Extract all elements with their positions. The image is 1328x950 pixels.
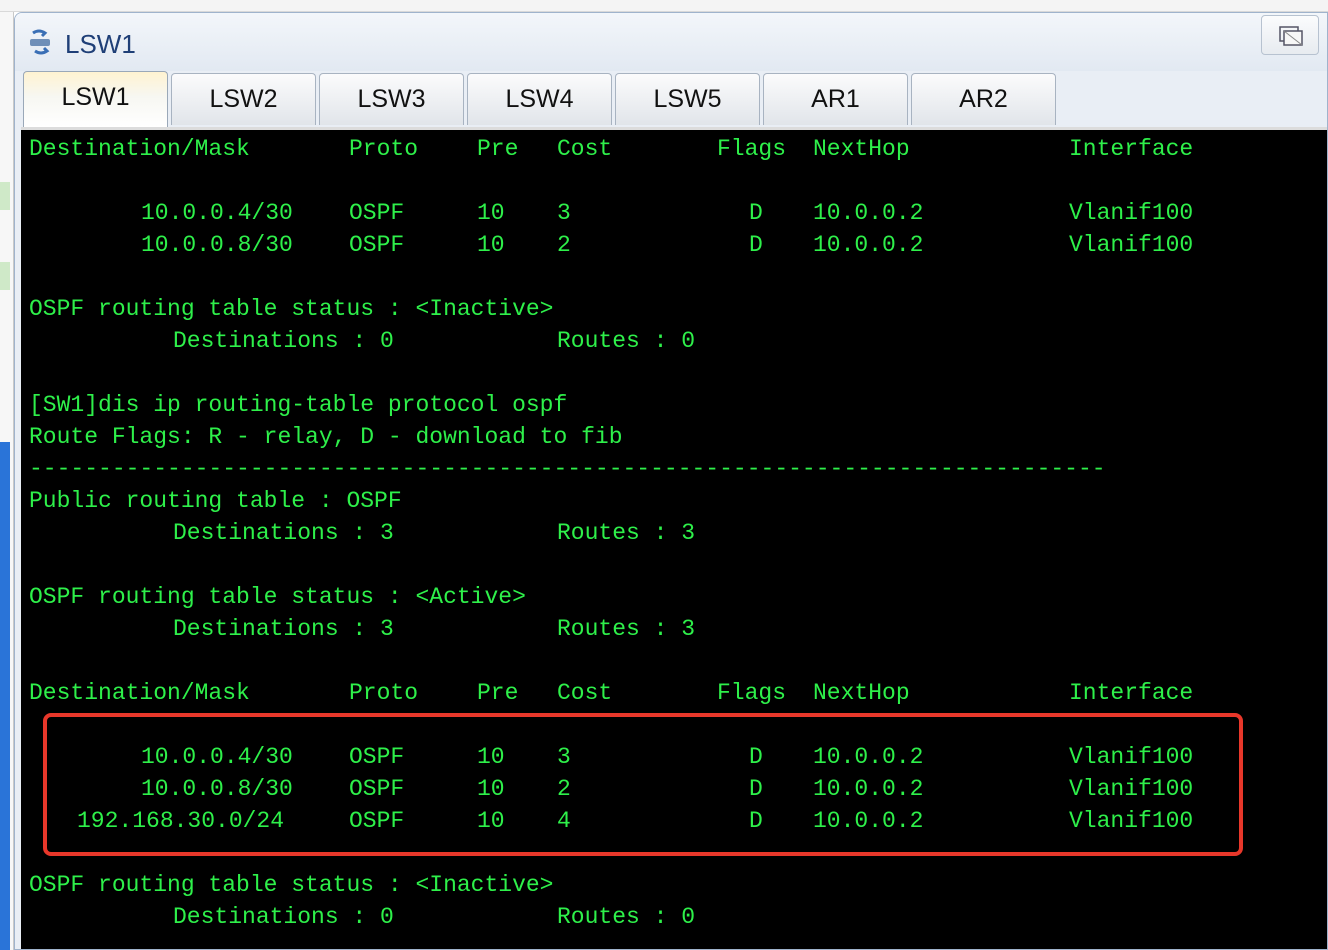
device-tab-strip: LSW1 LSW2 LSW3 LSW4 LSW5 AR1 AR2 xyxy=(19,71,1325,127)
status-text: OSPF routing table status : <Inactive> xyxy=(29,296,554,322)
tab-ar2[interactable]: AR2 xyxy=(911,73,1056,125)
route-destination: 10.0.0.8/30 xyxy=(141,232,293,258)
network-switch-icon xyxy=(27,27,57,57)
route-nexthop: 10.0.0.2 xyxy=(813,200,924,226)
col-proto: Proto xyxy=(349,136,419,162)
command-line: [SW1]dis ip routing-table protocol ospf xyxy=(21,389,567,421)
table-header: Destination/Mask Proto Pre Cost Flags Ne… xyxy=(21,133,1193,165)
desktop-left-strip xyxy=(0,12,14,950)
route-interface: Vlanif100 xyxy=(1069,200,1194,226)
route-destination: 10.0.0.4/30 xyxy=(141,200,293,226)
destinations-count: Destinations : 3 xyxy=(173,520,394,546)
route-interface: Vlanif100 xyxy=(1069,232,1194,258)
tab-lsw2[interactable]: LSW2 xyxy=(171,73,316,125)
restore-button[interactable] xyxy=(1261,15,1319,55)
tab-lsw4[interactable]: LSW4 xyxy=(467,73,612,125)
col-destination: Destination/Mask xyxy=(29,136,250,162)
routes-count: Routes : 0 xyxy=(557,328,696,354)
terminal-window: LSW1 LSW1 LSW2 LSW3 LSW4 LSW5 AR1 AR2 De… xyxy=(14,12,1328,950)
route-flags: D xyxy=(749,200,763,226)
tab-lsw3[interactable]: LSW3 xyxy=(319,73,464,125)
status-line: OSPF routing table status : <Inactive> xyxy=(21,869,554,901)
col-pre: Pre xyxy=(477,680,519,706)
col-cost: Cost xyxy=(557,680,613,706)
command-text: [SW1]dis ip routing-table protocol ospf xyxy=(29,392,568,418)
highlight-box xyxy=(43,713,1243,856)
col-nexthop: NextHop xyxy=(813,680,910,706)
status-line: OSPF routing table status : <Active> xyxy=(21,581,526,613)
separator-text: ----------------------------------------… xyxy=(29,456,1106,482)
status-text: OSPF routing table status : <Active> xyxy=(29,584,526,610)
window-title: LSW1 xyxy=(65,29,136,59)
route-proto: OSPF xyxy=(349,200,405,226)
col-pre: Pre xyxy=(477,136,519,162)
destinations-count: Destinations : 3 xyxy=(173,616,394,642)
summary-line: Destinations : 3 Routes : 3 xyxy=(21,517,695,549)
desktop-top-strip xyxy=(0,0,1328,12)
summary-line: Destinations : 3 Routes : 3 xyxy=(21,613,695,645)
tab-lsw5[interactable]: LSW5 xyxy=(615,73,760,125)
route-nexthop: 10.0.0.2 xyxy=(813,232,924,258)
destinations-count: Destinations : 0 xyxy=(173,328,394,354)
route-row: 10.0.0.8/30 OSPF 10 2 D 10.0.0.2 Vlanif1… xyxy=(21,229,1193,261)
col-destination: Destination/Mask xyxy=(29,680,250,706)
summary-line: Destinations : 0 Routes : 0 xyxy=(21,325,695,357)
destinations-count: Destinations : 0 xyxy=(173,904,394,930)
console-output[interactable]: Destination/Mask Proto Pre Cost Flags Ne… xyxy=(21,127,1327,949)
route-pre: 10 xyxy=(477,232,505,258)
route-flags: D xyxy=(749,232,763,258)
desktop-marker xyxy=(0,182,10,210)
route-pre: 10 xyxy=(477,200,505,226)
routes-count: Routes : 3 xyxy=(557,616,696,642)
col-flags: Flags xyxy=(717,136,787,162)
tab-lsw1[interactable]: LSW1 xyxy=(23,71,168,127)
public-table-text: Public routing table : OSPF xyxy=(29,488,402,514)
routes-count: Routes : 3 xyxy=(557,520,696,546)
table-header: Destination/Mask Proto Pre Cost Flags Ne… xyxy=(21,677,1193,709)
separator-line: ----------------------------------------… xyxy=(21,453,1106,485)
col-flags: Flags xyxy=(717,680,787,706)
status-line: OSPF routing table status : <Inactive> xyxy=(21,293,554,325)
tab-ar1[interactable]: AR1 xyxy=(763,73,908,125)
summary-line: Destinations : 0 Routes : 0 xyxy=(21,901,695,933)
col-nexthop: NextHop xyxy=(813,136,910,162)
route-proto: OSPF xyxy=(349,232,405,258)
col-interface: Interface xyxy=(1069,136,1194,162)
public-table-line: Public routing table : OSPF xyxy=(21,485,402,517)
route-cost: 3 xyxy=(557,200,571,226)
col-proto: Proto xyxy=(349,680,419,706)
col-cost: Cost xyxy=(557,136,613,162)
status-text: OSPF routing table status : <Inactive> xyxy=(29,872,554,898)
restore-window-icon xyxy=(1279,26,1303,46)
route-flags-text: Route Flags: R - relay, D - download to … xyxy=(29,424,623,450)
col-interface: Interface xyxy=(1069,680,1194,706)
desktop-blue-panel xyxy=(0,442,10,950)
route-cost: 2 xyxy=(557,232,571,258)
route-flags-line: Route Flags: R - relay, D - download to … xyxy=(21,421,623,453)
routes-count: Routes : 0 xyxy=(557,904,696,930)
desktop-marker xyxy=(0,262,10,290)
route-row: 10.0.0.4/30 OSPF 10 3 D 10.0.0.2 Vlanif1… xyxy=(21,197,1193,229)
title-bar: LSW1 xyxy=(15,13,1327,71)
